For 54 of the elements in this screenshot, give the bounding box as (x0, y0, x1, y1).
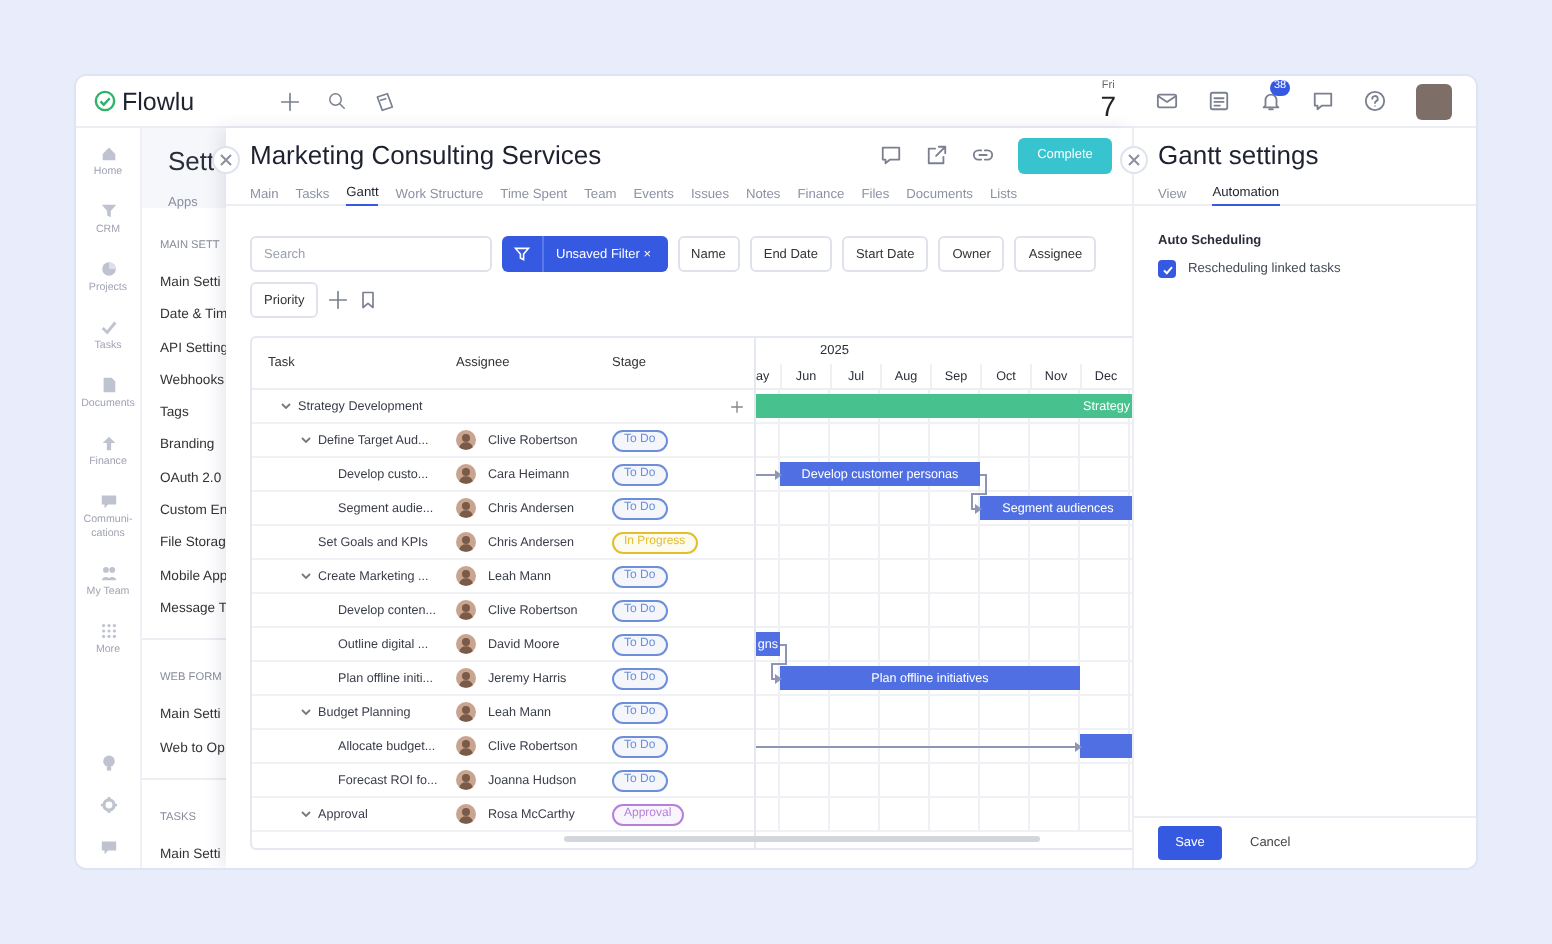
close-icon (220, 154, 232, 166)
chevron-icon[interactable] (280, 400, 292, 412)
check-circle-icon (94, 90, 116, 112)
house-icon (99, 144, 117, 162)
page-title: Sett (168, 146, 215, 178)
avatar (456, 770, 476, 790)
close-icon (1128, 154, 1140, 166)
up-arrow-icon (99, 434, 117, 453)
bookmark-icon[interactable] (358, 290, 379, 310)
help-icon[interactable] (1364, 90, 1386, 112)
funnel-icon (99, 202, 117, 221)
avatar (456, 668, 476, 688)
avatar (456, 532, 476, 552)
plus-icon[interactable] (328, 290, 349, 310)
sticky-note-icon[interactable] (374, 91, 395, 111)
avatar (456, 566, 476, 586)
chevron-icon[interactable] (300, 434, 312, 446)
dots-grid-icon (99, 621, 117, 640)
people-icon (99, 563, 117, 582)
avatar (456, 634, 476, 654)
speech-bubble-icon (99, 492, 117, 511)
bell-icon[interactable] (1260, 90, 1282, 112)
avatar (456, 702, 476, 722)
close-button[interactable] (212, 146, 240, 174)
scrollbar[interactable] (564, 836, 1040, 842)
link-icon[interactable] (972, 144, 994, 166)
funnel-icon (514, 246, 530, 262)
panel-title: Gantt settings (1158, 140, 1321, 170)
chevron-icon[interactable] (300, 808, 312, 820)
plus-icon[interactable] (280, 91, 301, 111)
avatar (456, 464, 476, 484)
close-button[interactable] (1120, 146, 1148, 174)
document-icon[interactable] (1208, 90, 1230, 112)
mail-icon[interactable] (1156, 90, 1178, 112)
pie-chart-icon (99, 260, 117, 279)
logo-text: Flowlu (122, 87, 195, 115)
panel-title: Marketing Consulting Services (250, 140, 604, 170)
checkbox[interactable] (1158, 260, 1176, 278)
avatar (456, 498, 476, 518)
chevron-icon[interactable] (300, 570, 312, 582)
avatar (456, 804, 476, 824)
chevron-icon[interactable] (300, 706, 312, 718)
avatar (456, 600, 476, 620)
external-link-icon[interactable] (926, 144, 948, 166)
user-photo[interactable] (1416, 83, 1452, 119)
chat-icon[interactable] (1312, 90, 1334, 112)
document-icon (99, 376, 117, 395)
date-number: 7 (1100, 92, 1116, 121)
chat-icon[interactable] (880, 144, 902, 166)
avatar (456, 736, 476, 756)
search-icon[interactable] (328, 92, 347, 110)
avatar (456, 430, 476, 450)
checkmark-icon (99, 318, 117, 337)
plus-icon[interactable] (730, 399, 744, 413)
